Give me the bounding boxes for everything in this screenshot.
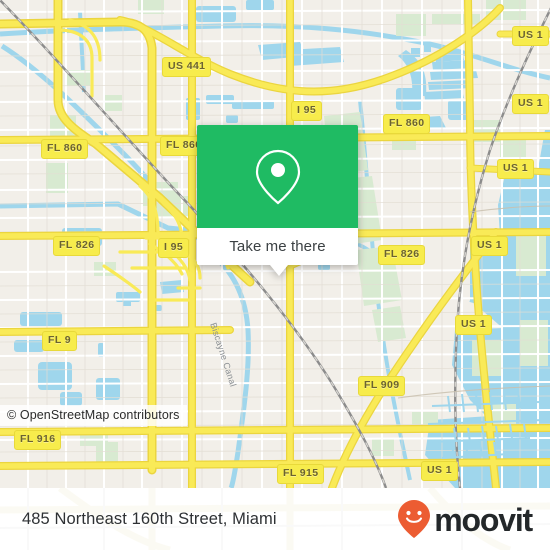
road-shield: US 1 [455, 315, 492, 335]
moovit-map-screenshot: US 441 US 1 US 1I 95 FL 860 FL 860 FL 860 US 1… [0, 0, 550, 550]
popup-cta-label: Take me there [229, 238, 326, 255]
address-label: 485 Northeast 160th Street, Miami [22, 509, 277, 528]
road-shield: US 1 [421, 461, 458, 481]
popup-header [197, 125, 358, 228]
moovit-pin-icon [398, 500, 431, 538]
road-shield: US 1 [512, 94, 549, 114]
road-shield: FL 826 [53, 236, 101, 256]
moovit-wordmark: moovit [434, 502, 533, 538]
destination-popup[interactable]: Take me there [197, 125, 358, 276]
map-pin-icon [255, 149, 300, 204]
road-shield: I 95 [158, 238, 190, 258]
road-shield: FL 860 [383, 114, 431, 134]
moovit-logo[interactable]: moovit [397, 499, 533, 539]
road-shield: FL 909 [358, 376, 406, 396]
road-shield: FL 9 [42, 331, 77, 351]
road-shield: US 441 [162, 57, 212, 77]
road-shield: FL 916 [14, 430, 62, 450]
footer-bar: 485 Northeast 160th Street, Miami moovit [0, 488, 550, 550]
road-shield: US 1 [471, 236, 508, 256]
popup-cta[interactable]: Take me there [197, 228, 358, 265]
road-shield: US 1 [512, 26, 549, 46]
map-canvas[interactable]: US 441 US 1 US 1I 95 FL 860 FL 860 FL 860 US 1… [0, 0, 550, 488]
road-shield: FL 860 [41, 139, 89, 159]
popup-pointer [269, 265, 288, 276]
road-shield: I 95 [291, 101, 323, 121]
road-shield: FL 826 [378, 245, 426, 265]
map-attribution[interactable]: © OpenStreetMap contributors [0, 405, 187, 426]
road-shield: US 1 [497, 159, 534, 179]
road-shield: FL 915 [277, 464, 325, 484]
